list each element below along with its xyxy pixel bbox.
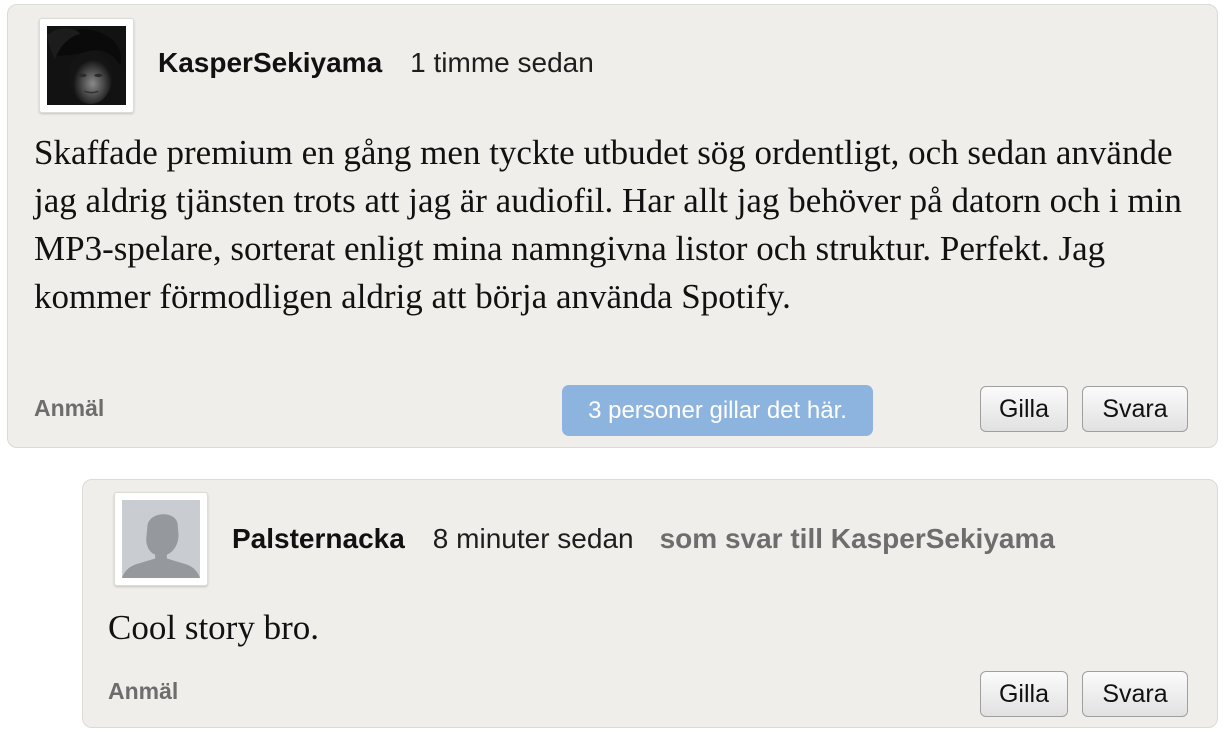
default-user-silhouette-icon — [122, 500, 200, 578]
comment-meta: KasperSekiyama 1 timme sedan — [158, 47, 620, 79]
user-photo-avatar — [47, 26, 126, 105]
author-name[interactable]: KasperSekiyama — [158, 47, 382, 78]
comment-card: KasperSekiyama 1 timme sedan Skaffade pre… — [7, 4, 1218, 448]
report-link[interactable]: Anmäl — [34, 395, 104, 422]
like-button[interactable]: Gilla — [980, 386, 1068, 432]
likes-count-badge[interactable]: 3 personer gillar det här. — [562, 385, 873, 436]
comment-text: Skaffade premium en gång men tyckte utbu… — [34, 133, 1182, 316]
comment-timestamp: 1 timme sedan — [410, 47, 594, 78]
comment-meta: Palsternacka 8 minuter sedan som svar till… — [232, 523, 1055, 555]
reply-button[interactable]: Svara — [1082, 671, 1188, 717]
reply-comment-card: Palsternacka 8 minuter sedan som svar till… — [82, 479, 1218, 728]
avatar[interactable] — [114, 492, 208, 586]
report-link[interactable]: Anmäl — [108, 678, 178, 705]
like-button[interactable]: Gilla — [980, 671, 1068, 717]
avatar[interactable] — [39, 18, 134, 113]
comment-text: Cool story bro. — [108, 608, 319, 647]
reply-button[interactable]: Svara — [1082, 386, 1188, 432]
comment-timestamp: 8 minuter sedan — [432, 523, 634, 554]
author-name[interactable]: Palsternacka — [232, 523, 405, 554]
reply-to-link[interactable]: som svar till KasperSekiyama — [660, 523, 1055, 554]
